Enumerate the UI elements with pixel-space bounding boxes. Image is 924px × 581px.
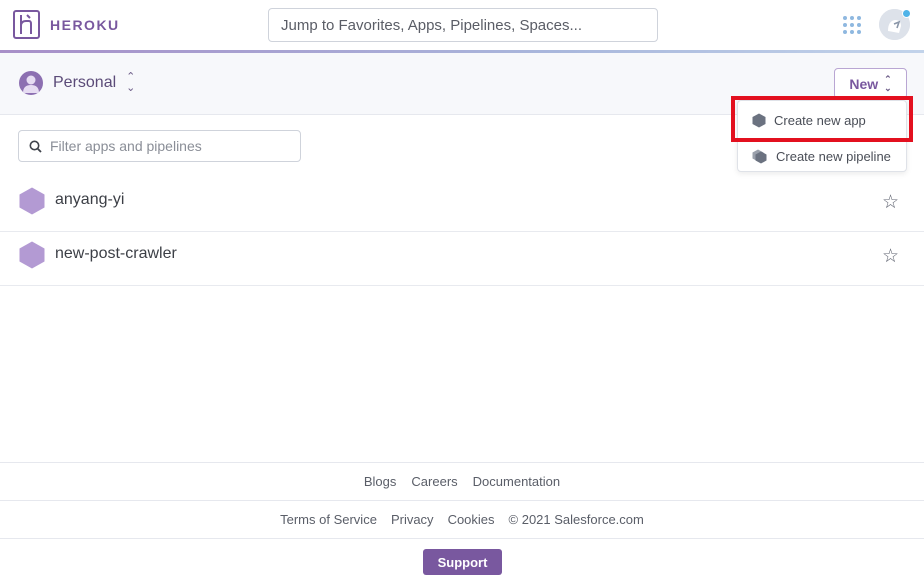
support-button[interactable]: Support bbox=[423, 549, 502, 575]
person-icon bbox=[19, 71, 43, 95]
heroku-logo-icon bbox=[13, 10, 40, 39]
apps-grid-icon[interactable] bbox=[843, 16, 861, 34]
top-navigation-bar: HEROKU Jump to Favorites, Apps, Pipeline… bbox=[0, 0, 924, 50]
footer-links-primary: Blogs Careers Documentation bbox=[0, 474, 924, 489]
heroku-logo[interactable]: HEROKU bbox=[13, 10, 120, 39]
filter-apps-input[interactable] bbox=[50, 138, 290, 154]
chevron-updown-icon: ⌃ ⌄ bbox=[126, 71, 136, 94]
filter-apps-field[interactable] bbox=[18, 130, 301, 162]
footer-link-terms[interactable]: Terms of Service bbox=[280, 512, 377, 527]
footer-link-documentation[interactable]: Documentation bbox=[473, 474, 560, 489]
chevron-updown-icon: ⌃ ⌄ bbox=[884, 73, 892, 93]
footer-link-cookies[interactable]: Cookies bbox=[448, 512, 495, 527]
app-name-link[interactable]: new-post-crawler bbox=[55, 245, 177, 263]
new-button-label: New bbox=[849, 75, 879, 92]
star-icon[interactable]: ☆ bbox=[882, 193, 899, 212]
menu-item-create-new-pipeline[interactable]: Create new pipeline bbox=[738, 138, 908, 174]
app-hexagon-icon bbox=[19, 187, 45, 215]
new-button[interactable]: New ⌃ ⌄ bbox=[834, 68, 907, 99]
footer-divider bbox=[0, 500, 924, 501]
app-row[interactable]: new-post-crawler ☆ bbox=[0, 231, 924, 286]
brand-name: HEROKU bbox=[50, 16, 120, 33]
pipeline-icon bbox=[752, 149, 767, 163]
annotation-highlight-box bbox=[731, 96, 913, 142]
account-label: Personal bbox=[53, 74, 117, 91]
footer-link-privacy[interactable]: Privacy bbox=[391, 512, 434, 527]
notification-dot bbox=[902, 9, 911, 18]
global-search-input[interactable]: Jump to Favorites, Apps, Pipelines, Spac… bbox=[268, 8, 658, 42]
search-icon bbox=[29, 140, 42, 153]
footer-link-blogs[interactable]: Blogs bbox=[364, 474, 397, 489]
footer-copyright: © 2021 Salesforce.com bbox=[508, 512, 644, 527]
star-icon[interactable]: ☆ bbox=[882, 247, 899, 266]
app-name-link[interactable]: anyang-yi bbox=[55, 191, 124, 209]
app-row[interactable]: anyang-yi ☆ bbox=[0, 177, 924, 232]
footer-link-careers[interactable]: Careers bbox=[411, 474, 457, 489]
footer-divider bbox=[0, 538, 924, 539]
account-switcher[interactable]: Personal ⌃ ⌄ bbox=[19, 71, 135, 95]
footer-links-legal: Terms of Service Privacy Cookies © 2021 … bbox=[0, 512, 924, 527]
app-hexagon-icon bbox=[19, 241, 45, 269]
search-placeholder: Jump to Favorites, Apps, Pipelines, Spac… bbox=[281, 16, 582, 34]
footer-divider bbox=[0, 462, 924, 463]
menu-item-label: Create new pipeline bbox=[776, 148, 891, 164]
